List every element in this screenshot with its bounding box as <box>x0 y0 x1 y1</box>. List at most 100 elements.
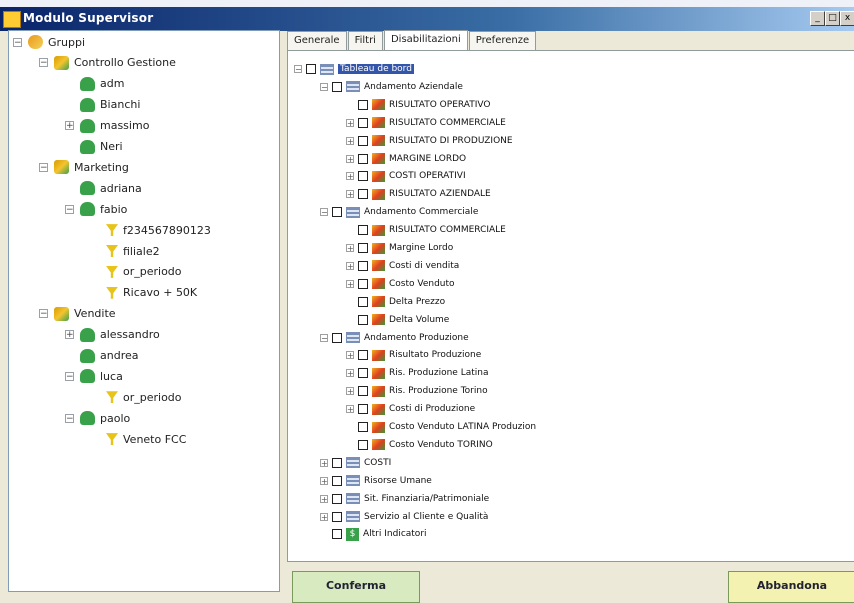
collapse-icon[interactable]: − <box>65 413 74 423</box>
tree-item[interactable]: + alessandro <box>65 326 160 344</box>
checklist-item[interactable]: + Ris. Produzione Torino <box>346 383 488 399</box>
checkbox[interactable] <box>306 64 316 74</box>
checklist-item[interactable]: + RISULTATO COMMERCIALE <box>346 115 506 131</box>
collapse-icon[interactable]: − <box>294 65 302 74</box>
collapse-icon[interactable]: − <box>39 309 48 319</box>
checkbox[interactable] <box>358 404 368 415</box>
expand-icon[interactable]: + <box>320 476 328 485</box>
expand-icon[interactable]: + <box>65 121 74 131</box>
checklist-item[interactable]: + COSTI OPERATIVI <box>346 168 466 184</box>
checkbox[interactable] <box>358 135 368 146</box>
expand-icon[interactable]: + <box>346 279 354 288</box>
checkbox[interactable] <box>332 81 342 92</box>
checkbox[interactable] <box>332 493 342 504</box>
expand-icon[interactable]: + <box>346 261 354 270</box>
checklist-item[interactable]: + Costi di vendita <box>346 258 459 274</box>
tree-item[interactable]: − paolo <box>65 409 130 427</box>
expand-icon[interactable]: + <box>320 494 328 503</box>
confirm-button[interactable]: Conferma <box>292 571 420 603</box>
checkbox[interactable] <box>358 243 368 253</box>
expand-icon[interactable]: + <box>346 136 354 145</box>
checkbox[interactable] <box>358 153 368 164</box>
checklist-item[interactable]: − Tableau de bord <box>294 61 414 77</box>
title-bar[interactable]: Modulo Supervisor _ □ x <box>0 7 854 31</box>
collapse-icon[interactable]: − <box>39 58 48 68</box>
tree-item[interactable]: − fabio <box>65 200 127 218</box>
tree-item[interactable]: + massimo <box>65 117 149 135</box>
tree-item[interactable]: − Marketing <box>39 158 129 176</box>
tab-filtri[interactable]: Filtri <box>347 31 383 50</box>
collapse-icon[interactable]: − <box>320 333 328 342</box>
checklist-item[interactable]: − Andamento Commerciale <box>320 204 478 220</box>
checklist-item[interactable]: + Sit. Finanziaria/Patrimoniale <box>320 491 489 507</box>
tree-item[interactable]: − luca <box>65 367 123 385</box>
tab-generale[interactable]: Generale <box>287 31 347 50</box>
disabilitazioni-checklist[interactable]: − Tableau de bord − Andamento Aziendale RISU… <box>287 50 854 562</box>
checklist-item[interactable]: + RISULTATO DI PRODUZIONE <box>346 133 513 149</box>
checklist-item[interactable]: + Costo Venduto <box>346 276 455 292</box>
checkbox[interactable] <box>358 439 368 450</box>
checkbox[interactable] <box>332 475 342 486</box>
cancel-button[interactable]: Abbandona <box>728 571 854 603</box>
collapse-icon[interactable]: − <box>65 371 74 381</box>
expand-icon[interactable]: + <box>346 387 354 396</box>
checklist-item[interactable]: Delta Volume <box>346 312 449 328</box>
tree-item[interactable]: filiale2 <box>91 242 160 260</box>
checklist-item[interactable]: + Servizio al Cliente e Qualità <box>320 509 488 525</box>
collapse-icon[interactable]: − <box>320 208 328 217</box>
tree-item[interactable]: Neri <box>65 138 123 156</box>
expand-icon[interactable]: + <box>346 405 354 414</box>
checklist-item[interactable]: + RISULTATO AZIENDALE <box>346 186 491 202</box>
checklist-item[interactable]: Delta Prezzo <box>346 294 445 310</box>
expand-icon[interactable]: + <box>346 118 354 127</box>
tree-item[interactable]: or_periodo <box>91 263 182 281</box>
checkbox[interactable] <box>358 189 368 200</box>
checkbox[interactable] <box>358 99 368 110</box>
checkbox[interactable] <box>358 260 368 271</box>
tab-preferenze[interactable]: Preferenze <box>468 31 537 50</box>
tree-item[interactable]: andrea <box>65 347 138 365</box>
tree-item[interactable]: f234567890123 <box>91 221 211 239</box>
tree-item[interactable]: adm <box>65 75 124 93</box>
checklist-item[interactable]: + COSTI <box>320 455 391 471</box>
checklist-item[interactable]: + Risultato Produzione <box>346 347 481 363</box>
checkbox[interactable] <box>358 422 368 432</box>
checkbox[interactable] <box>358 225 368 236</box>
tree-item[interactable]: − Vendite <box>39 305 116 323</box>
checkbox[interactable] <box>358 350 368 361</box>
checkbox[interactable] <box>358 278 368 289</box>
tree-item[interactable]: Veneto FCC <box>91 430 186 448</box>
checkbox[interactable] <box>332 332 342 343</box>
tab-disabilitazioni[interactable]: Disabilitazioni <box>383 30 468 51</box>
tree-item[interactable]: adriana <box>65 179 142 197</box>
checklist-item[interactable]: + MARGINE LORDO <box>346 151 466 167</box>
expand-icon[interactable]: + <box>346 369 354 378</box>
checkbox[interactable] <box>332 529 342 540</box>
collapse-icon[interactable]: − <box>39 162 48 172</box>
checklist-item[interactable]: − Andamento Produzione <box>320 330 469 346</box>
tree-item[interactable]: Ricavo + 50K <box>91 284 197 302</box>
checklist-item[interactable]: + Costi di Produzione <box>346 401 475 417</box>
expand-icon[interactable]: + <box>65 330 74 340</box>
tree-item[interactable]: − Controllo Gestione <box>39 54 176 72</box>
expand-icon[interactable]: + <box>320 458 328 467</box>
collapse-icon[interactable]: − <box>320 82 328 91</box>
collapse-icon[interactable]: − <box>13 37 22 47</box>
checkbox[interactable] <box>358 314 368 325</box>
expand-icon[interactable]: + <box>346 172 354 181</box>
checkbox[interactable] <box>358 296 368 307</box>
checkbox[interactable] <box>358 368 368 379</box>
checklist-item[interactable]: + Ris. Produzione Latina <box>346 365 488 381</box>
checklist-item[interactable]: + Risorse Umane <box>320 473 432 489</box>
checkbox[interactable] <box>332 457 342 468</box>
checkbox[interactable] <box>332 511 342 522</box>
checklist-item[interactable]: Costo Venduto LATINA Produzion <box>346 419 536 435</box>
minimize-button[interactable]: _ <box>810 11 825 26</box>
checklist-item[interactable]: − Andamento Aziendale <box>320 79 463 95</box>
checkbox[interactable] <box>358 386 368 397</box>
checklist-item[interactable]: Costo Venduto TORINO <box>346 437 493 453</box>
checkbox[interactable] <box>358 171 368 182</box>
close-button[interactable]: x <box>840 11 854 26</box>
tree-item[interactable]: Bianchi <box>65 96 140 114</box>
checklist-item[interactable]: RISULTATO OPERATIVO <box>346 97 490 113</box>
